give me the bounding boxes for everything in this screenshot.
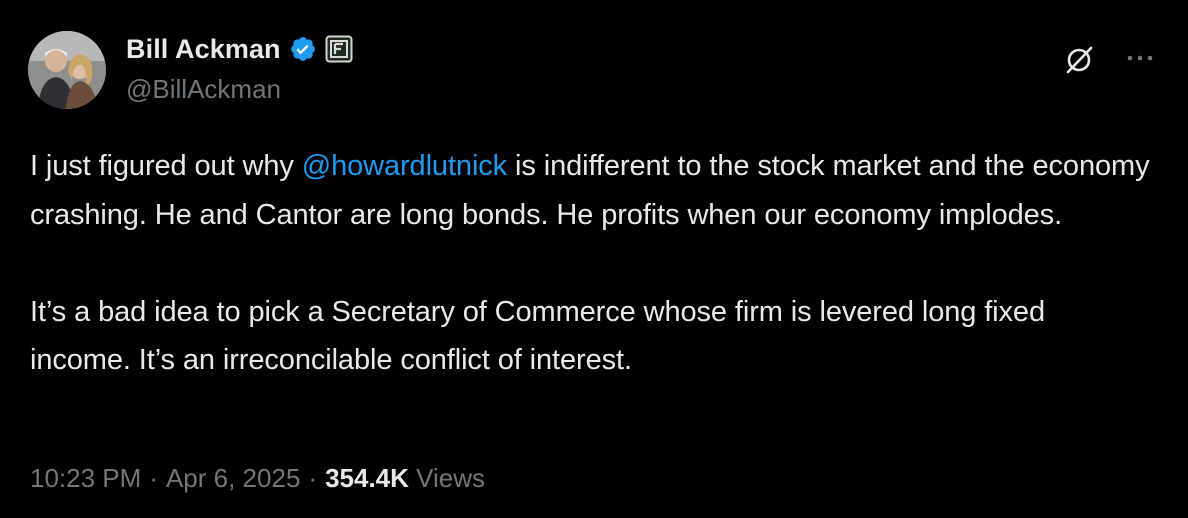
timestamp-date[interactable]: Apr 6, 2025 xyxy=(166,463,300,493)
author-name-row: Bill Ackman xyxy=(126,31,353,67)
tweet-text: I just figured out why @howardlutnick is… xyxy=(30,142,1150,385)
author-handle[interactable]: @BillAckman xyxy=(126,74,281,105)
more-options-icon[interactable] xyxy=(1124,48,1156,68)
tweet-meta: 10:23 PM · Apr 6, 2025 · 354.4K Views xyxy=(30,463,485,494)
tweet-text-intro: I just figured out why xyxy=(30,150,302,182)
verified-badge-icon[interactable] xyxy=(289,35,317,63)
separator: · xyxy=(308,463,318,493)
display-name[interactable]: Bill Ackman xyxy=(126,34,281,65)
avatar[interactable] xyxy=(28,31,106,109)
separator: · xyxy=(149,463,158,493)
affiliation-badge-icon[interactable] xyxy=(325,35,353,63)
views-count[interactable]: 354.4K xyxy=(325,463,409,493)
mention-link[interactable]: @howardlutnick xyxy=(302,150,507,182)
tweet-text-paragraph-2: It’s a bad idea to pick a Secretary of C… xyxy=(30,295,1053,377)
timestamp-time[interactable]: 10:23 PM xyxy=(30,463,141,493)
grok-icon[interactable] xyxy=(1064,45,1094,75)
tweet-card: Bill Ackman @BillAckman I just figured o… xyxy=(0,0,1188,518)
views-label: Views xyxy=(416,463,486,493)
